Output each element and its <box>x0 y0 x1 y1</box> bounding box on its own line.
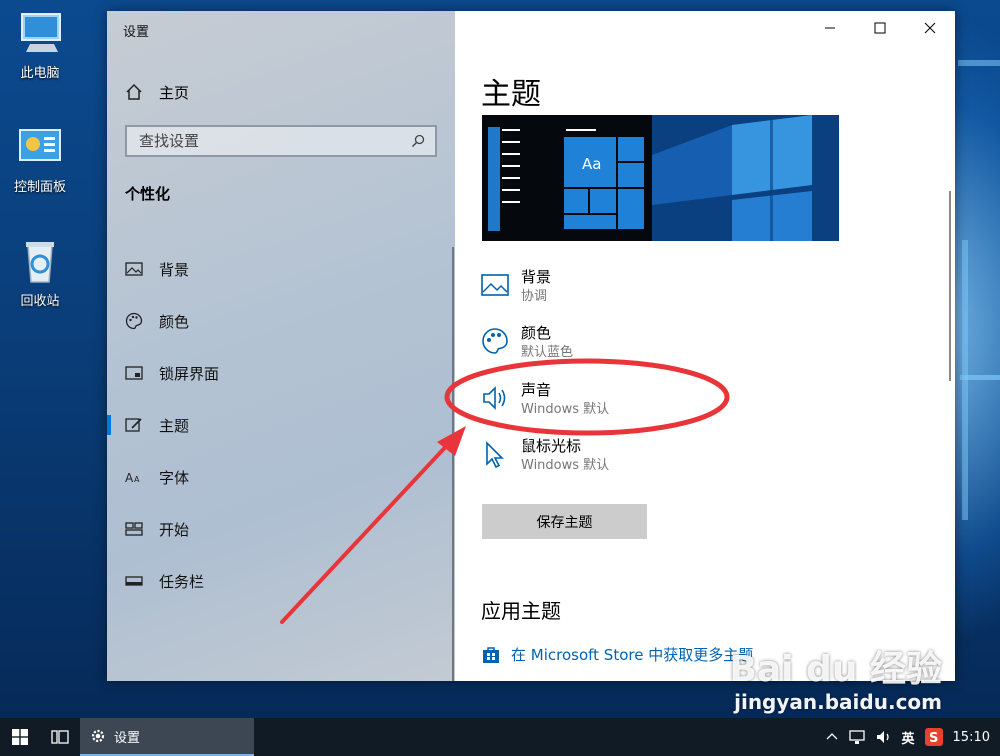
close-icon <box>924 22 936 34</box>
theme-item-subtitle: Windows 默认 <box>521 402 610 417</box>
ime-indicator[interactable]: 英 <box>902 728 915 747</box>
desktop-icon-recycle-bin[interactable]: 回收站 <box>0 236 80 309</box>
system-tray: 英 S 15:10 <box>816 718 1000 756</box>
nav-item-background[interactable]: 背景 <box>107 243 455 295</box>
theme-brush-icon <box>125 418 142 432</box>
apply-theme-heading: 应用主题 <box>481 599 561 623</box>
svg-text:S: S <box>929 731 938 746</box>
page-title: 主题 <box>481 77 541 112</box>
font-icon: AA <box>125 471 140 485</box>
nav-section-title: 个性化 <box>125 185 171 203</box>
search-settings-box[interactable] <box>125 125 437 157</box>
minimize-icon <box>825 27 835 29</box>
taskbar-app-settings[interactable]: 设置 <box>80 718 254 756</box>
speaker-icon <box>483 386 506 410</box>
nav-scrollbar[interactable] <box>452 247 454 681</box>
theme-preview-image[interactable]: Aa <box>482 115 839 241</box>
nav-item-label: 颜色 <box>159 312 190 331</box>
theme-item-sounds[interactable]: 声音 Windows 默认 <box>481 380 609 430</box>
desktop-icon-this-pc[interactable]: 此电脑 <box>0 8 80 81</box>
palette-icon <box>125 312 143 330</box>
store-bag-icon <box>483 646 499 663</box>
settings-nav-pane: 设置 主页 个性化 背景 颜色 <box>107 11 455 681</box>
windows-logo-icon <box>12 729 28 745</box>
close-button[interactable] <box>905 11 955 45</box>
home-icon <box>126 83 142 100</box>
theme-item-title: 背景 <box>521 268 552 286</box>
nav-item-lock-screen[interactable]: 锁屏界面 <box>107 347 455 399</box>
nav-item-label: 字体 <box>159 468 190 487</box>
svg-text:A: A <box>134 475 140 484</box>
nav-item-label: 任务栏 <box>159 572 205 591</box>
nav-item-taskbar[interactable]: 任务栏 <box>107 555 455 607</box>
theme-item-title: 鼠标光标 <box>521 437 582 455</box>
network-icon[interactable] <box>848 729 866 745</box>
theme-item-subtitle: Windows 默认 <box>521 458 610 473</box>
task-view-icon <box>51 730 69 744</box>
theme-item-background[interactable]: 背景 协调 <box>481 267 551 317</box>
search-input[interactable] <box>139 132 399 150</box>
nav-item-label: 开始 <box>159 520 190 539</box>
start-tiles-icon <box>125 522 143 536</box>
theme-item-subtitle: 协调 <box>521 289 548 304</box>
gear-icon <box>91 729 105 743</box>
search-icon[interactable] <box>411 134 425 148</box>
nav-item-label: 背景 <box>159 260 190 279</box>
theme-item-title: 声音 <box>521 381 552 399</box>
content-scrollbar[interactable] <box>949 191 951 381</box>
chevron-up-icon[interactable] <box>826 731 838 743</box>
picture-icon <box>481 274 509 296</box>
minimize-button[interactable] <box>805 11 855 45</box>
this-pc-icon <box>16 8 64 56</box>
theme-item-colors[interactable]: 颜色 默认蓝色 <box>481 323 573 373</box>
svg-text:A: A <box>125 471 134 485</box>
lock-screen-icon <box>125 366 143 380</box>
start-button[interactable] <box>0 718 40 756</box>
volume-icon[interactable] <box>876 729 892 745</box>
preview-sample-text: Aa <box>582 155 602 173</box>
nav-item-label: 锁屏界面 <box>159 364 220 383</box>
picture-icon <box>125 262 143 276</box>
nav-list: 背景 颜色 锁屏界面 主题 AA 字体 开始 任务栏 <box>107 243 455 607</box>
save-theme-button[interactable]: 保存主题 <box>482 504 647 539</box>
taskbar-app-label: 设置 <box>114 730 141 746</box>
window-title: 设置 <box>123 25 150 40</box>
nav-item-themes[interactable]: 主题 <box>107 399 455 451</box>
nav-home-label: 主页 <box>159 83 190 102</box>
window-caption-buttons <box>805 11 955 45</box>
nav-item-fonts[interactable]: AA 字体 <box>107 451 455 503</box>
taskbar-icon <box>125 576 143 586</box>
maximize-button[interactable] <box>855 11 905 45</box>
theme-item-subtitle: 默认蓝色 <box>521 345 574 360</box>
sogou-ime-icon[interactable]: S <box>924 728 943 746</box>
desktop-icon-control-panel[interactable]: 控制面板 <box>0 122 80 195</box>
taskbar-clock[interactable]: 15:10 <box>953 730 990 745</box>
control-panel-icon <box>16 122 64 170</box>
maximize-icon <box>874 22 886 34</box>
nav-item-colors[interactable]: 颜色 <box>107 295 455 347</box>
cursor-icon <box>486 441 504 468</box>
theme-item-title: 颜色 <box>521 324 552 342</box>
microsoft-store-themes-link[interactable]: 在 Microsoft Store 中获取更多主题 <box>481 644 753 665</box>
theme-item-mouse-cursor[interactable]: 鼠标光标 Windows 默认 <box>481 436 609 486</box>
nav-item-start[interactable]: 开始 <box>107 503 455 555</box>
palette-icon <box>482 328 508 354</box>
nav-item-label: 主题 <box>159 416 190 435</box>
settings-window: 设置 主页 个性化 背景 颜色 <box>107 11 955 681</box>
taskbar: 设置 英 S 15:10 <box>0 718 1000 756</box>
recycle-bin-icon <box>16 236 64 284</box>
store-link-label: 在 Microsoft Store 中获取更多主题 <box>511 646 754 664</box>
baidu-watermark-url: jingyan.baidu.com <box>734 690 942 714</box>
nav-home-link[interactable]: 主页 <box>125 81 189 103</box>
baidu-watermark-logo: Bai du 经验 <box>729 649 942 690</box>
settings-content-pane: 主题 Aa 背景 协调 颜色 默认蓝色 声音 Windows 默认 鼠标光标 W… <box>455 11 955 681</box>
task-view-button[interactable] <box>40 718 80 756</box>
